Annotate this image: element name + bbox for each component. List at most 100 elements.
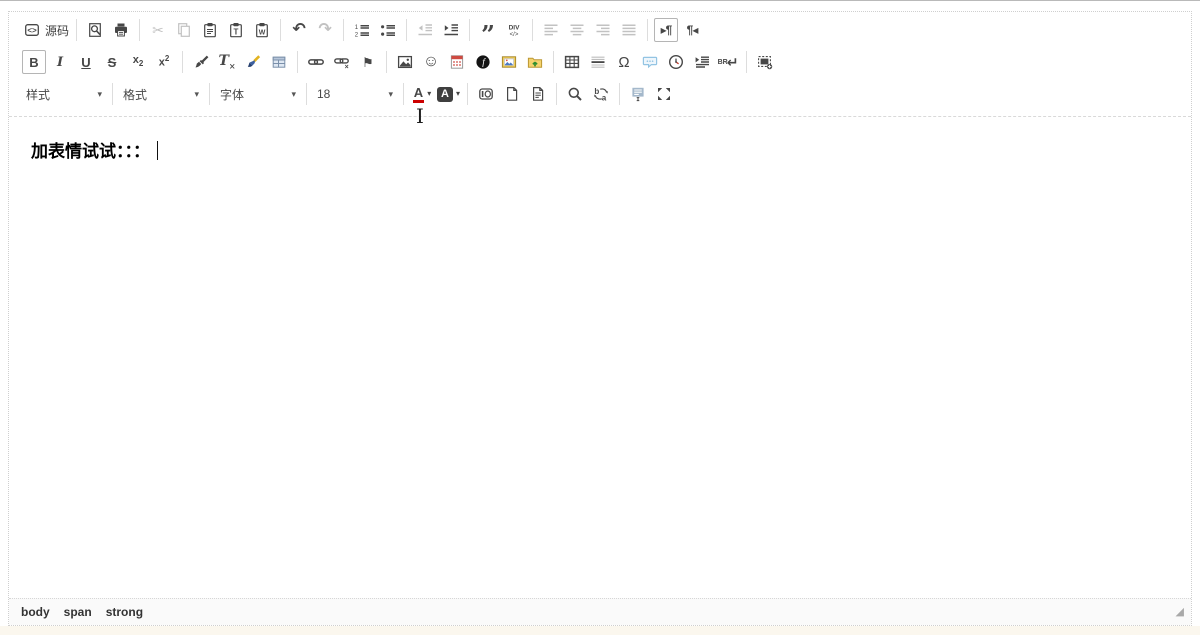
editor-toolbar: <>源码 ✂ T W ↶↷ 12 ”DIV</> ▸¶¶◂ BIUSx2x2 T× × ⚑ ☺ f Ω BR… [9, 12, 1191, 117]
justify-left-icon [542, 20, 560, 40]
background-color-button[interactable]: A▾ [436, 82, 461, 106]
copy-formatting-button[interactable] [189, 50, 213, 74]
remove-format-button[interactable]: T× [215, 50, 239, 74]
svg-text:b: b [594, 87, 599, 96]
numbered-list-icon: 12 [353, 20, 371, 40]
format-combo[interactable]: 格式▾ [118, 82, 204, 106]
element-path-item-strong[interactable]: strong [106, 605, 143, 619]
bold-button[interactable]: B [22, 50, 46, 74]
svg-text:DIV: DIV [509, 25, 521, 32]
underline-button[interactable]: U [74, 50, 98, 74]
toolbar-separator [532, 19, 533, 41]
resize-grip[interactable]: ◢ [1176, 607, 1184, 618]
editing-area[interactable]: 加表情试试：：： [9, 117, 1191, 598]
quick-panel-button[interactable] [267, 50, 291, 74]
blockquote-icon: ” [479, 20, 497, 40]
element-path-bar: body span strong ◢ [9, 598, 1191, 625]
toolbar-separator [386, 51, 387, 73]
subscript-button[interactable]: x2 [126, 50, 150, 74]
page-bottom-strip [0, 626, 1200, 635]
toolbar-separator [306, 83, 307, 105]
code-widget-button[interactable] [753, 50, 777, 74]
templates-button[interactable] [526, 82, 550, 106]
find-icon [566, 84, 584, 104]
table-button[interactable] [560, 50, 584, 74]
strikethrough-button[interactable]: S [100, 50, 124, 74]
find-button[interactable] [563, 82, 587, 106]
superscript-button[interactable]: x2 [152, 50, 176, 74]
source-button[interactable]: <>源码 [22, 18, 70, 42]
text-caret [157, 141, 158, 160]
smiley-button[interactable]: ☺ [419, 50, 443, 74]
text-color-button[interactable]: A▾ [410, 82, 434, 106]
insert-template-card-button[interactable] [445, 50, 469, 74]
show-blocks-button[interactable] [474, 82, 498, 106]
toolbar-separator [280, 19, 281, 41]
new-page-button[interactable] [500, 82, 524, 106]
comment-bubble-button[interactable] [638, 50, 662, 74]
horizontal-rule-button[interactable] [586, 50, 610, 74]
svg-text:1: 1 [355, 25, 359, 31]
bidi-rtl-button[interactable]: ¶◂ [680, 18, 704, 42]
replace-button[interactable]: ba [589, 82, 613, 106]
replace-icon: ba [592, 84, 610, 104]
bg-color-icon: A▾ [437, 84, 460, 104]
bulleted-list-icon [379, 20, 397, 40]
font-combo[interactable]: 字体▾ [215, 82, 301, 106]
justify-right-button [591, 18, 615, 42]
print-button[interactable] [109, 18, 133, 42]
comment-icon [641, 52, 659, 72]
svg-text:T: T [234, 28, 239, 37]
copy-button [172, 18, 196, 42]
element-path-item-body[interactable]: body [21, 605, 50, 619]
file-upload-button[interactable] [523, 50, 547, 74]
superscript-icon: x2 [155, 52, 173, 72]
undo-button[interactable]: ↶ [287, 18, 311, 42]
redo-button: ↷ [313, 18, 337, 42]
element-path-item-span[interactable]: span [64, 605, 92, 619]
image-button[interactable] [393, 50, 417, 74]
blockquote-button[interactable]: ” [476, 18, 500, 42]
line-break-button[interactable]: BR↵ [716, 50, 740, 74]
table-icon [563, 52, 581, 72]
paste-word-icon: W [253, 20, 271, 40]
paste-button[interactable] [198, 18, 222, 42]
image-icon [396, 52, 414, 72]
font-size-combo[interactable]: 18▾ [312, 82, 398, 106]
special-char-button[interactable]: Ω [612, 50, 636, 74]
svg-text:a: a [602, 94, 607, 102]
cut-icon: ✂ [149, 20, 167, 40]
link-button[interactable] [304, 50, 328, 74]
insert-time-button[interactable] [664, 50, 688, 74]
italic-button[interactable]: I [48, 50, 72, 74]
chevron-down-icon: ▾ [97, 89, 102, 100]
indent-button[interactable] [439, 18, 463, 42]
div-container-button[interactable]: DIV</> [502, 18, 526, 42]
anchor-button[interactable]: ⚑ [356, 50, 380, 74]
toolbar-separator [619, 83, 620, 105]
svg-text:×: × [345, 64, 349, 70]
justify-block-icon [620, 20, 638, 40]
numbered-list-button[interactable]: 12 [350, 18, 374, 42]
bulleted-list-button[interactable] [376, 18, 400, 42]
source-button-label: 源码 [45, 22, 69, 39]
photo-gallery-button[interactable] [497, 50, 521, 74]
paste-text-button[interactable]: T [224, 18, 248, 42]
unlink-button[interactable]: × [330, 50, 354, 74]
special-char-icon: Ω [615, 52, 633, 72]
toolbar-row-2: BIUSx2x2 T× × ⚑ ☺ f Ω BR↵ [21, 49, 1181, 75]
first-line-indent-button[interactable] [690, 50, 714, 74]
toolbar-row-1: <>源码 ✂ T W ↶↷ 12 ”DIV</> ▸¶¶◂ [21, 17, 1181, 43]
unlink-icon: × [333, 52, 351, 72]
flash-button[interactable]: f [471, 50, 495, 74]
styles-combo[interactable]: 样式▾ [21, 82, 107, 106]
auto-format-brush-button[interactable] [241, 50, 265, 74]
maximize-button[interactable] [652, 82, 676, 106]
preview-button[interactable] [83, 18, 107, 42]
paste-word-button[interactable]: W [250, 18, 274, 42]
select-all-button[interactable] [626, 82, 650, 106]
line-break-icon: BR↵ [718, 52, 739, 72]
font-combo-label: 字体 [220, 86, 291, 103]
bidi-ltr-button[interactable]: ▸¶ [654, 18, 678, 42]
hr-icon [589, 52, 607, 72]
